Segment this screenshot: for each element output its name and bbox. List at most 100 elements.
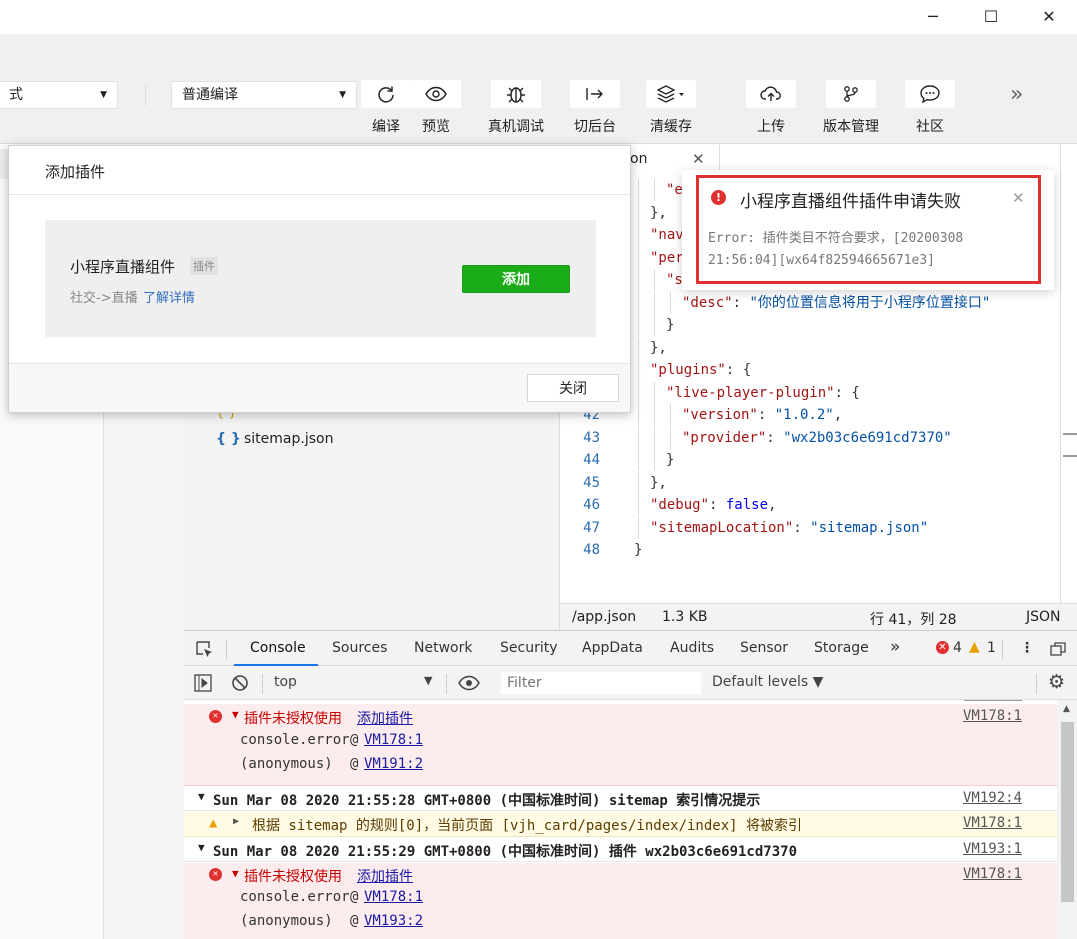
indent-guide: [638, 359, 639, 381]
compile-mode-select[interactable]: 普通编译 ▼: [171, 81, 357, 109]
status-cursor-position: 行 41，列 28: [870, 612, 957, 628]
community-button[interactable]: [905, 80, 955, 108]
console-group-row[interactable]: ▼ Sun Mar 08 2020 21:55:29 GMT+0800 (中国标…: [184, 838, 1057, 862]
error-icon: ✕: [209, 868, 222, 881]
close-notification-icon[interactable]: ✕: [1012, 189, 1025, 207]
source-link[interactable]: VM193:1: [963, 841, 1022, 857]
close-window-button[interactable]: ✕: [1034, 4, 1064, 28]
remote-debug-button[interactable]: [491, 80, 541, 108]
indent-guide: [638, 517, 639, 539]
switch-background-icon: [586, 88, 603, 100]
inspect-element-icon[interactable]: [196, 641, 214, 659]
learn-more-link[interactable]: 了解详情: [143, 287, 195, 306]
tab-console[interactable]: Console: [250, 640, 306, 656]
code-text: },: [650, 202, 667, 224]
show-sidebar-icon[interactable]: [194, 674, 212, 692]
status-file-size: 1.3 KB: [662, 609, 708, 625]
line-number: 43: [583, 430, 600, 446]
stack-trace-link[interactable]: VM191:2: [364, 756, 423, 772]
tab-audits[interactable]: Audits: [670, 640, 714, 656]
code-token: false: [725, 497, 769, 513]
stack-trace-link[interactable]: VM178:1: [364, 889, 423, 905]
clear-console-icon[interactable]: [231, 674, 249, 692]
line-number: 48: [583, 542, 600, 558]
add-plugin-button[interactable]: 添加: [462, 265, 570, 293]
indent-guide: [654, 382, 655, 404]
source-link[interactable]: VM192:4: [963, 790, 1022, 806]
expand-triangle-icon[interactable]: ▼: [198, 790, 205, 803]
console-group-row[interactable]: ▼ Sun Mar 08 2020 21:55:28 GMT+0800 (中国标…: [184, 787, 1057, 811]
indent-guide: [654, 179, 655, 201]
tab-sensor[interactable]: Sensor: [740, 640, 788, 656]
status-language[interactable]: JSON: [1026, 609, 1061, 625]
live-expression-eye-icon[interactable]: [458, 675, 480, 691]
error-count[interactable]: 4: [953, 640, 962, 656]
source-link[interactable]: VM178:1: [963, 708, 1022, 724]
more-tabs-icon[interactable]: »: [890, 637, 900, 657]
stack-trace-link[interactable]: VM193:2: [364, 913, 423, 929]
indent-guide: [638, 382, 639, 404]
tab-network[interactable]: Network: [414, 640, 472, 656]
tab-storage[interactable]: Storage: [814, 640, 869, 656]
minimize-button[interactable]: ─: [918, 4, 948, 28]
scrollbar-thumb[interactable]: [1061, 722, 1074, 902]
log-levels-select[interactable]: Default levels ▼: [712, 674, 823, 690]
expand-triangle-icon[interactable]: ▼: [198, 841, 205, 854]
maximize-button[interactable]: ☐: [976, 4, 1006, 28]
devtools-menu-icon[interactable]: ⋮: [1020, 640, 1034, 656]
warning-count-icon: ▲: [969, 639, 980, 655]
close-tab-icon[interactable]: ✕: [692, 150, 705, 168]
version-management-label: 版本管理: [823, 119, 879, 135]
tab-appdata[interactable]: AppData: [582, 640, 643, 656]
dialog-title: 添加插件: [45, 163, 106, 181]
add-plugin-dialog: 添加插件 小程序直播组件 插件 社交->直播 了解详情 添加 关闭: [8, 145, 631, 413]
tab-sources[interactable]: Sources: [332, 640, 387, 656]
stack-trace-link[interactable]: VM178:1: [364, 732, 423, 748]
file-sitemap-json[interactable]: sitemap.json: [244, 431, 333, 447]
add-plugin-link[interactable]: 添加插件: [357, 708, 413, 728]
error-message: 插件未授权使用: [244, 711, 342, 727]
console-scrollbar[interactable]: ▲: [1057, 700, 1077, 939]
context-select[interactable]: top: [274, 674, 297, 690]
indent-guide: [638, 292, 639, 314]
version-management-button[interactable]: [826, 80, 876, 108]
scroll-up-arrow-icon[interactable]: ▲: [1063, 704, 1070, 714]
editor-scroll-marker: [1063, 433, 1077, 457]
expand-triangle-icon[interactable]: ▶: [233, 816, 239, 827]
preview-button[interactable]: [411, 80, 461, 108]
upload-button[interactable]: [746, 80, 796, 108]
tab-security[interactable]: Security: [500, 640, 558, 656]
stack-trace-fn: console.error: [240, 889, 350, 905]
code-text: }: [666, 449, 674, 471]
switch-background-button[interactable]: [570, 80, 620, 108]
expand-triangle-icon[interactable]: ▼: [232, 867, 239, 880]
code-text: }: [634, 539, 642, 561]
toolbar-more-icon[interactable]: »: [1010, 82, 1023, 107]
code-token: "nav: [650, 227, 684, 243]
add-plugin-link[interactable]: 添加插件: [357, 866, 413, 886]
expand-triangle-icon[interactable]: ▼: [232, 708, 239, 721]
code-token: },: [650, 205, 667, 221]
status-file-path: /app.json: [572, 609, 637, 625]
mode-select[interactable]: 式 ▼: [0, 81, 118, 109]
group-title: Sun Mar 08 2020 21:55:29 GMT+0800 (中国标准时…: [213, 844, 798, 860]
code-token: ,: [768, 497, 777, 513]
indent-guide: [654, 449, 655, 471]
eye-icon: [425, 86, 447, 102]
code-token: "wx2b03c6e691cd7370": [783, 430, 952, 446]
source-link[interactable]: VM178:1: [963, 815, 1022, 831]
editor-status-bar: /app.json 1.3 KB 行 41，列 28 JSON: [560, 603, 1077, 630]
close-dialog-button[interactable]: 关闭: [527, 374, 619, 402]
code-token: "provider": [682, 430, 767, 446]
code-text: }: [666, 314, 674, 336]
code-token: ,: [833, 407, 843, 423]
undock-icon[interactable]: [1050, 642, 1066, 656]
compile-button[interactable]: [361, 80, 411, 108]
console-settings-gear-icon[interactable]: ⚙: [1048, 671, 1065, 693]
warning-count[interactable]: 1: [987, 640, 996, 656]
code-text: "per: [650, 247, 684, 269]
source-link[interactable]: VM178:1: [963, 866, 1022, 882]
console-filter-input[interactable]: [500, 671, 702, 695]
clear-cache-button[interactable]: [646, 80, 696, 108]
code-token: "你的位置信息将用于小程序位置接口": [749, 295, 991, 311]
